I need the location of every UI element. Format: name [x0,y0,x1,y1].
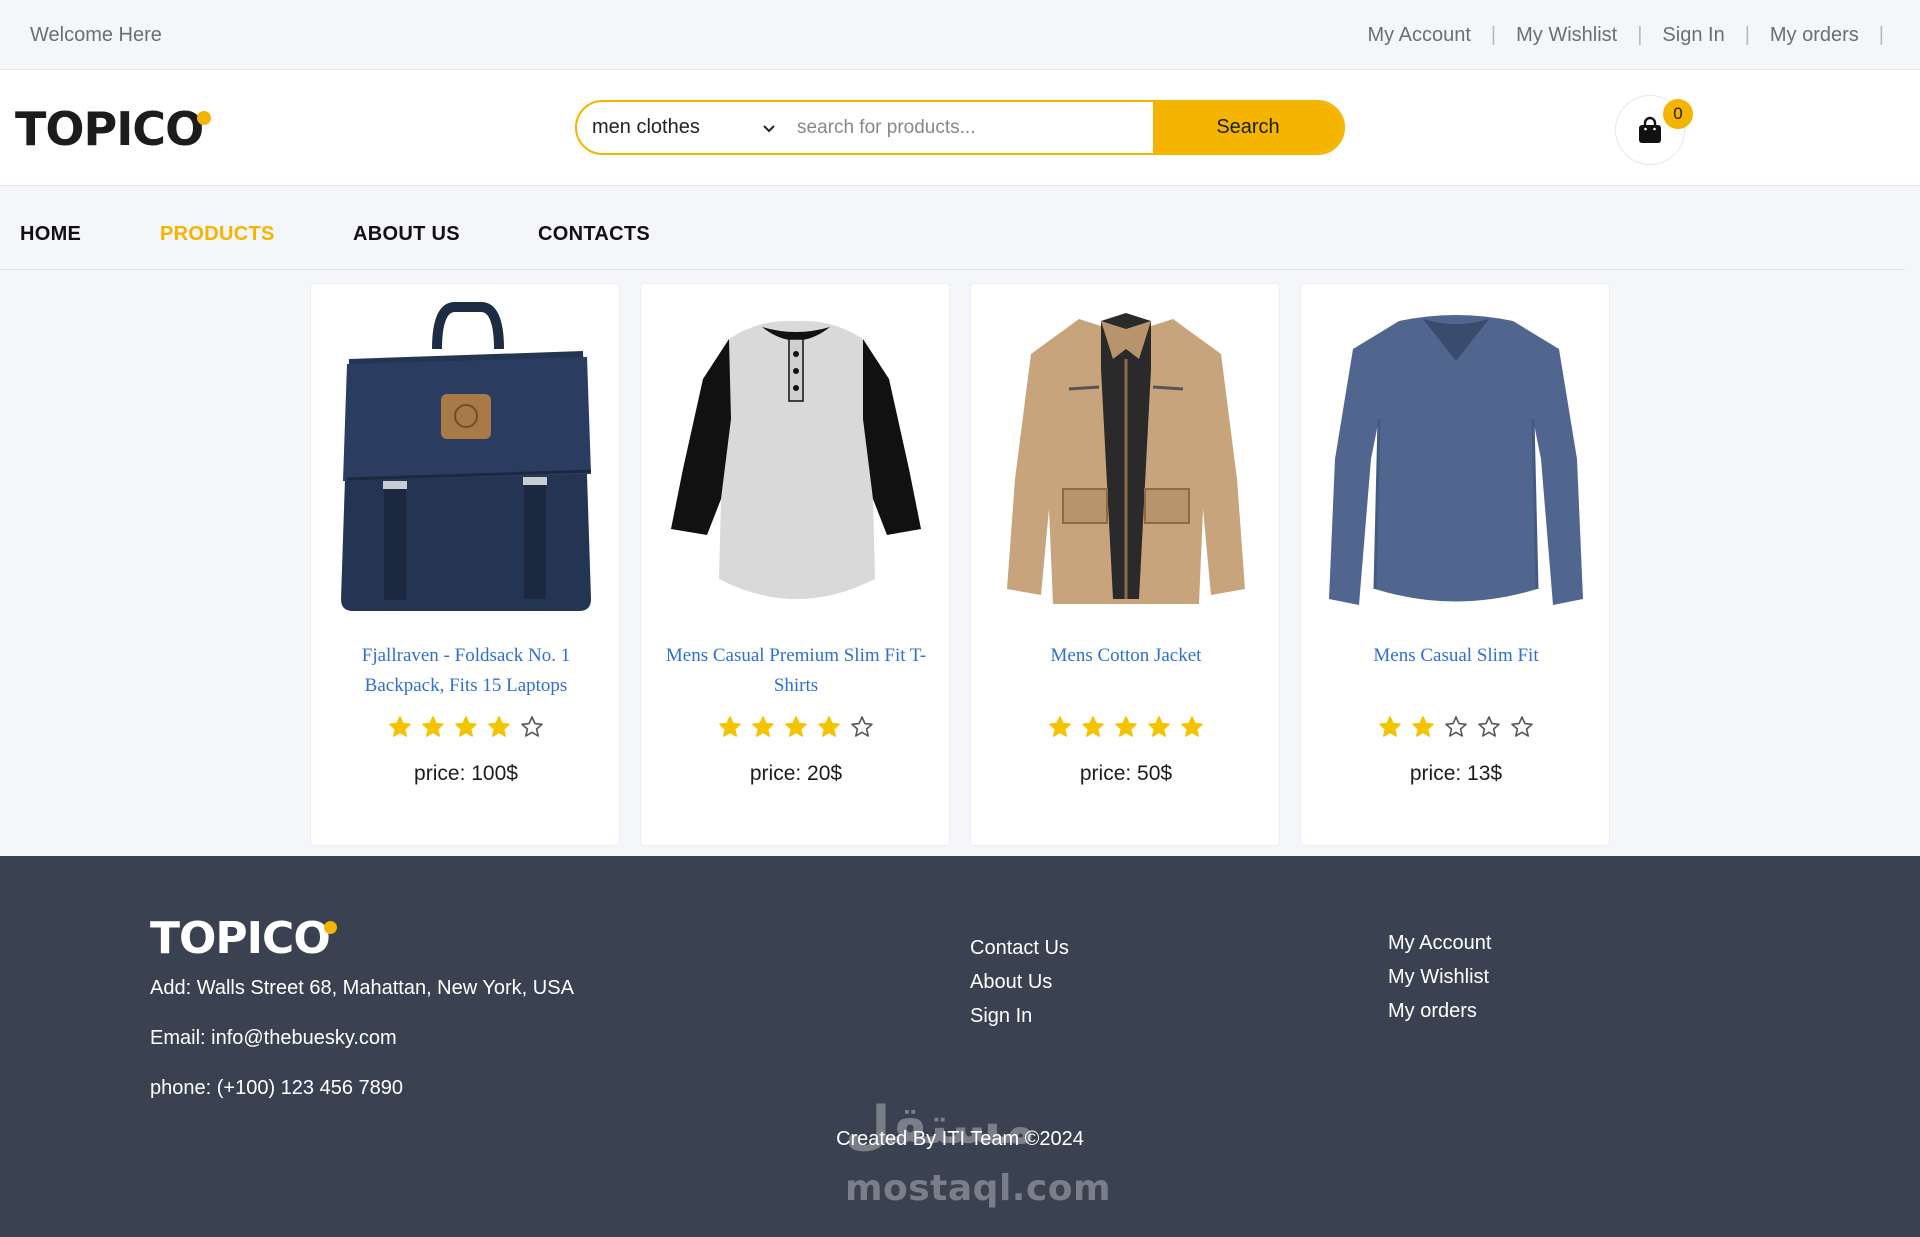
star-empty-icon [1445,716,1467,737]
star-filled-icon [455,716,477,737]
nav-contacts[interactable]: CONTACTS [538,223,650,246]
star-filled-icon [389,716,411,737]
search-input[interactable] [797,102,1153,153]
welcome-text: Welcome Here [30,24,162,46]
nav-products[interactable]: PRODUCTS [160,223,275,246]
star-filled-icon [1148,716,1170,737]
footer-sign-in-link[interactable]: Sign In [970,1005,1069,1028]
product-card[interactable]: Mens Casual Premium Slim Fit T-Shirts pr… [640,283,950,846]
footer-logo[interactable]: TOPICO [150,913,337,964]
footer-links-col1: Contact Us About Us Sign In [970,937,1069,1028]
star-filled-icon [488,716,510,737]
star-filled-icon [1181,716,1203,737]
star-filled-icon [1115,716,1137,737]
star-filled-icon [1412,716,1434,737]
star-filled-icon [785,716,807,737]
footer-address: Add: Walls Street 68, Mahattan, New York… [150,977,574,999]
footer-my-orders-link[interactable]: My orders [1388,1000,1491,1023]
footer-contact-us-link[interactable]: Contact Us [970,937,1069,960]
top-bar: Welcome Here My Account | My Wishlist | … [0,0,1920,70]
chevron-down-icon [763,124,775,132]
star-empty-icon [851,716,873,737]
star-filled-icon [752,716,774,737]
nav-about-us[interactable]: ABOUT US [353,223,460,246]
product-title[interactable]: Mens Cotton Jacket [991,641,1261,671]
product-price: price: 50$ [1079,762,1173,785]
backpack-image [341,302,592,611]
footer-links-col2: My Account My Wishlist My orders [1388,932,1491,1023]
star-filled-icon [1082,716,1104,737]
header: TOPICO men clothes Search 0 [0,70,1920,186]
rating-stars [971,715,1281,739]
product-card[interactable]: Fjallraven - Foldsack No. 1 Backpack, Fi… [310,283,620,846]
product-price: price: 13$ [1409,762,1503,785]
nav-home[interactable]: HOME [20,223,81,246]
logo-dot [323,921,337,934]
rating-stars [1301,715,1611,739]
my-wishlist-link[interactable]: My Wishlist [1496,24,1637,47]
footer-phone: phone: (+100) 123 456 7890 [150,1077,403,1099]
product-image[interactable] [329,299,603,614]
footer-about-us-link[interactable]: About Us [970,971,1069,994]
rating-stars [641,715,951,739]
logo[interactable]: TOPICO [15,102,212,156]
footer-my-wishlist-link[interactable]: My Wishlist [1388,966,1491,989]
search-button[interactable]: Search [1153,102,1343,153]
star-empty-icon [521,716,543,737]
star-filled-icon [818,716,840,737]
product-title[interactable]: Fjallraven - Foldsack No. 1 Backpack, Fi… [331,641,601,701]
category-select[interactable]: men clothes [577,102,797,153]
product-title[interactable]: Mens Casual Slim Fit [1321,641,1591,671]
footer-my-account-link[interactable]: My Account [1388,932,1491,955]
top-links: My Account | My Wishlist | Sign In | My … [1348,24,1884,47]
star-filled-icon [1379,716,1401,737]
product-card[interactable]: Mens Casual Slim Fit price: 13$ [1300,283,1610,846]
my-orders-link[interactable]: My orders [1750,24,1879,47]
search-bar: men clothes Search [575,100,1345,155]
footer-email: Email: info@thebuesky.com [150,1027,397,1049]
cart-count-badge: 0 [1663,99,1693,129]
sign-in-link[interactable]: Sign In [1642,24,1744,47]
t-shirt-image [671,320,921,599]
jacket-image [1007,313,1245,604]
star-filled-icon [1049,716,1071,737]
rating-stars [311,715,621,739]
star-empty-icon [1478,716,1500,737]
product-image[interactable] [989,299,1263,614]
footer: TOPICO Add: Walls Street 68, Mahattan, N… [0,856,1920,1237]
watermark-url: mostaql.com [845,1168,1112,1209]
product-image[interactable] [659,299,933,614]
product-title[interactable]: Mens Casual Premium Slim Fit T-Shirts [661,641,931,701]
divider: | [1878,24,1884,46]
logo-dot [197,111,212,125]
long-sleeve-shirt-image [1329,315,1583,605]
product-price: price: 20$ [749,762,843,785]
product-card[interactable]: Mens Cotton Jacket price: 50$ [970,283,1280,846]
product-image[interactable] [1319,299,1593,614]
footer-credit: Created By ITI Team ©2024 [836,1128,1084,1150]
star-filled-icon [422,716,444,737]
category-value: men clothes [592,116,700,138]
star-empty-icon [1511,716,1533,737]
star-filled-icon [719,716,741,737]
shopping-bag-icon [1639,116,1661,143]
my-account-link[interactable]: My Account [1348,24,1491,47]
logo-text: TOPICO [15,102,204,156]
footer-logo-text: TOPICO [150,913,331,964]
main-nav: HOME PRODUCTS ABOUT US CONTACTS [0,187,1905,270]
product-price: price: 100$ [414,762,518,785]
